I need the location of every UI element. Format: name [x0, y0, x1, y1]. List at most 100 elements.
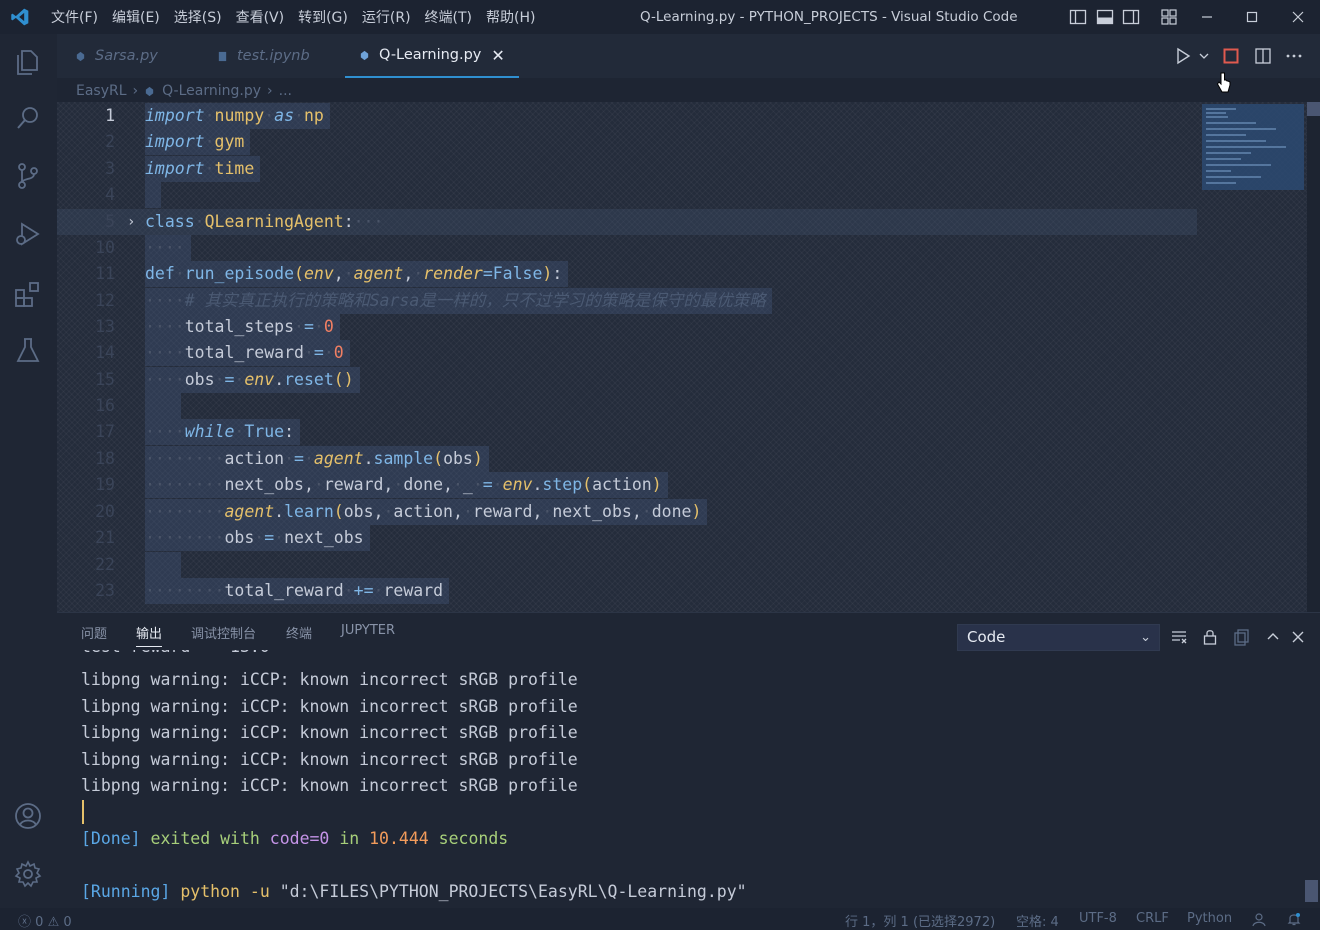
line-number: 13 [95, 317, 115, 336]
error-icon: ⓧ [18, 915, 32, 930]
code-line: 12 ····# 其实真正执行的策略和Sarsa是一样的，只不过学习的策略是保守的… [57, 288, 1197, 314]
menu-help[interactable]: 帮助(H) [479, 7, 542, 27]
python-file-icon [360, 50, 369, 60]
customize-layout-icon[interactable] [1160, 8, 1178, 26]
tab-q-learning[interactable]: Q-Learning.py ✕ [345, 34, 519, 78]
output-channel-value: Code [967, 628, 1006, 646]
indentation[interactable]: 空格: 4 [1016, 911, 1059, 930]
cursor-position[interactable]: 行 1，列 1 (已选择2972) [845, 911, 995, 930]
panel-tab-problems[interactable]: 问题 [81, 623, 107, 642]
minimap-line [1206, 134, 1246, 136]
more-actions-icon[interactable] [1285, 47, 1303, 65]
menu-file[interactable]: 文件(F) [44, 7, 105, 27]
line-number: 2 [105, 132, 115, 151]
status-bar: ⓧ 0 ⚠ 0 行 1，列 1 (已选择2972) 空格: 4 UTF-8 CR… [0, 908, 1320, 930]
warning-count: 0 [63, 915, 72, 930]
editor-scrollbar-thumb[interactable] [1307, 102, 1320, 116]
output-warning-line: libpng warning: iCCP: known incorrect sR… [81, 723, 578, 742]
menu-terminal[interactable]: 终端(T) [418, 7, 479, 27]
menu-go[interactable]: 转到(G) [291, 7, 355, 27]
line-number: 14 [95, 343, 115, 362]
running-path: "d:\FILES\PYTHON_PROJECTS\EasyRL\Q-Learn… [279, 882, 747, 901]
explorer-icon[interactable] [12, 46, 44, 78]
minimap[interactable] [1202, 104, 1304, 190]
output-warning-line: libpng warning: iCCP: known incorrect sR… [81, 750, 578, 769]
panel-scrollbar-thumb[interactable] [1305, 880, 1318, 902]
language-mode[interactable]: Python [1187, 911, 1232, 926]
breadcrumb-file[interactable]: Q-Learning.py [162, 83, 261, 99]
account-icon[interactable] [12, 800, 44, 832]
minimap-line [1206, 176, 1261, 178]
warning-icon: ⚠ [47, 915, 60, 930]
extensions-icon[interactable] [12, 278, 44, 310]
close-panel-icon[interactable] [1289, 628, 1307, 646]
line-number: 3 [105, 159, 115, 178]
open-output-editor-icon[interactable] [1233, 628, 1251, 646]
menu-edit[interactable]: 编辑(E) [105, 7, 167, 27]
tab-sarsa[interactable]: Sarsa.py [75, 34, 158, 78]
fold-chevron-icon[interactable]: › [127, 209, 135, 235]
breadcrumb: EasyRL › Q-Learning.py › ... [76, 80, 292, 102]
breadcrumb-symbol[interactable]: ... [279, 83, 292, 99]
code-line: 11 def·run_episode(env,·agent,·render=Fal… [57, 261, 1197, 287]
vscode-logo-icon [11, 8, 29, 26]
lock-scroll-icon[interactable] [1201, 628, 1219, 646]
code-line: 1 import·numpy·as·np [57, 103, 1197, 129]
done-text: exited with [150, 829, 260, 848]
panel-tab-jupyter[interactable]: JUPYTER [341, 623, 395, 638]
notifications-bell-icon[interactable] [1286, 911, 1302, 927]
output-done-line: [Done] exited with code=0 in 10.444 seco… [81, 826, 508, 852]
panel-tab-terminal[interactable]: 终端 [286, 623, 312, 642]
maximize-panel-chevron-up-icon[interactable] [1264, 628, 1282, 646]
toggle-sidebar-icon[interactable] [1069, 8, 1087, 26]
code-line: 17 ····while·True: [57, 419, 1197, 445]
run-debug-icon[interactable] [12, 218, 44, 250]
menu-view[interactable]: 查看(V) [229, 7, 292, 27]
breadcrumb-folder[interactable]: EasyRL [76, 83, 127, 99]
testing-flask-icon[interactable] [12, 334, 44, 366]
menu-run[interactable]: 运行(R) [355, 7, 418, 27]
menu-selection[interactable]: 选择(S) [167, 7, 229, 27]
run-file-icon[interactable] [1174, 47, 1192, 65]
code-editor[interactable]: 1 import·numpy·as·np 2 import·gym 3 import·… [57, 102, 1320, 612]
editor-scrollbar[interactable] [1307, 102, 1320, 612]
code-line: 21 ········obs·=·next_obs [57, 525, 1197, 551]
close-window-icon[interactable] [1289, 8, 1307, 26]
done-tag: [Done] [81, 829, 141, 848]
panel-tab-output[interactable]: 输出 [136, 623, 163, 647]
line-number: 15 [95, 370, 115, 389]
python-file-icon [145, 86, 154, 96]
stop-icon[interactable] [1222, 47, 1240, 65]
code-line: 19 ········next_obs,·reward,·done,·_·=·en… [57, 472, 1197, 498]
output-channel-select[interactable]: Code ⌄ [957, 624, 1160, 651]
minimize-icon[interactable] [1198, 8, 1216, 26]
split-editor-icon[interactable] [1254, 47, 1272, 65]
error-count: 0 [35, 915, 44, 930]
code-line: 20 ········agent.learn(obs,·action,·rewar… [57, 499, 1197, 525]
code-line: 13 ····total_steps·=·0 [57, 314, 1197, 340]
toggle-panel-icon[interactable] [1096, 8, 1114, 26]
elapsed-time: 10.444 [369, 829, 429, 848]
close-tab-icon[interactable]: ✕ [491, 46, 504, 65]
maximize-icon[interactable] [1243, 8, 1261, 26]
toggle-secondary-sidebar-icon[interactable] [1122, 8, 1140, 26]
tab-label: Sarsa.py [95, 48, 158, 64]
code-comment: # 其实真正执行的策略和Sarsa是一样的，只不过学习的策略是保守的最优策略 [184, 291, 766, 310]
source-control-icon[interactable] [12, 160, 44, 192]
end-of-line[interactable]: CRLF [1136, 911, 1169, 926]
settings-gear-icon[interactable] [12, 858, 44, 890]
panel-tab-debug-console[interactable]: 调试控制台 [191, 623, 256, 642]
problems-indicator[interactable]: ⓧ 0 ⚠ 0 [18, 911, 72, 930]
clear-output-icon[interactable] [1170, 628, 1188, 646]
window-title: Q-Learning.py - PYTHON_PROJECTS - Visual… [640, 9, 1018, 25]
feedback-icon[interactable] [1251, 911, 1267, 927]
line-number: 19 [95, 475, 115, 494]
minimap-line [1206, 182, 1236, 184]
tab-test-notebook[interactable]: test.ipynb [217, 34, 310, 78]
encoding[interactable]: UTF-8 [1079, 911, 1117, 926]
run-dropdown-chevron-icon[interactable] [1197, 47, 1211, 65]
done-seconds: seconds [438, 829, 509, 848]
search-icon[interactable] [12, 102, 44, 134]
code-line: 23 ········total_reward·+=·reward [57, 578, 1197, 604]
line-number: 23 [95, 581, 115, 600]
